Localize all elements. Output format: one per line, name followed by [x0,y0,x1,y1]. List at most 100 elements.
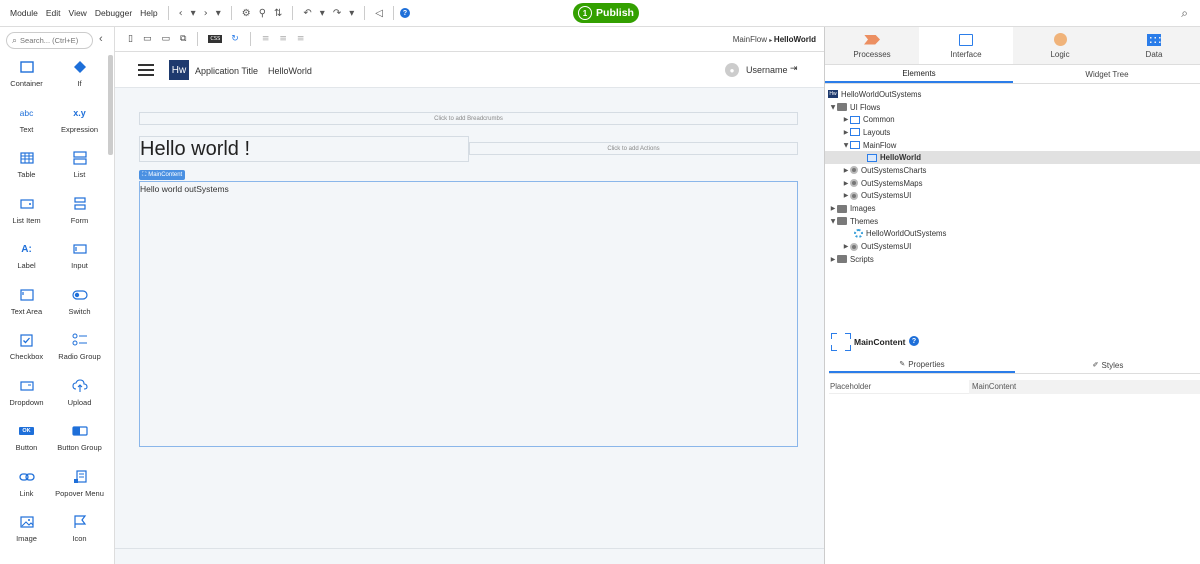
username[interactable]: Username [746,65,788,75]
widget-switch[interactable]: Switch [53,285,106,331]
menu-view[interactable]: View [65,8,91,18]
widget-popover-menu[interactable]: Popover Menu [53,467,106,513]
main-content-text[interactable]: Hello world outSystems [140,184,229,194]
menu-help[interactable]: Help [136,8,161,18]
announce-icon[interactable]: ◁ [371,8,387,19]
menu-icon[interactable] [138,64,154,76]
toolbox-scrollbar[interactable] [108,55,113,155]
tree-item-common[interactable]: ▶ Common [825,113,1200,126]
back-icon[interactable]: ‹ [175,8,187,19]
widget-container[interactable]: Container [0,57,53,103]
toolbox-search-input[interactable] [20,36,91,45]
tree-item-outsystemscharts[interactable]: ▶ OutSystemsCharts [825,164,1200,177]
phone-preview-icon[interactable]: ▯ [123,34,138,44]
breadcrumb-flow[interactable]: MainFlow [733,35,767,44]
tree-item-scripts[interactable]: ▶ Scripts [825,253,1200,266]
publish-button[interactable]: 1 Publish [573,3,639,23]
desktop-preview-icon[interactable]: ▭ [156,34,175,44]
redo-dropdown-icon[interactable]: ▾ [345,8,358,19]
caret-down-icon[interactable]: ▼ [829,218,837,225]
back-dropdown-icon[interactable]: ▾ [187,8,200,19]
placeholder-value[interactable]: MainContent [969,379,1200,394]
tab-styles[interactable]: ✐ Styles [1015,357,1200,373]
search-icon[interactable]: ⌕ [1181,6,1188,21]
widget-if[interactable]: If [53,57,106,103]
window-preview-icon[interactable]: ⧉ [175,34,191,44]
widget-input[interactable]: Input [53,239,106,285]
plug-icon[interactable]: ⚲ [255,8,270,19]
caret-right-icon[interactable]: ▶ [829,256,837,263]
actions-placeholder[interactable]: Click to add Actions [469,142,798,155]
widget-label[interactable]: A: Label [0,239,53,285]
widget-image[interactable]: Image [0,512,53,558]
app-page-name[interactable]: HelloWorld [268,66,312,76]
page-title[interactable]: Hello world ! [139,136,469,162]
tab-interface[interactable]: Interface [919,27,1013,64]
tree-item-ui-flows[interactable]: ▼ UI Flows [825,101,1200,114]
merge-icon[interactable]: ⇅ [270,8,286,19]
widget-radio-group[interactable]: Radio Group [53,330,106,376]
tree-item-module[interactable]: Hw HelloWorldOutSystems [825,88,1200,101]
tree-item-mainflow[interactable]: ▼ MainFlow [825,139,1200,152]
forward-icon[interactable]: › [200,8,212,19]
subtab-elements[interactable]: Elements [825,65,1013,83]
menu-edit[interactable]: Edit [42,8,65,18]
caret-right-icon[interactable]: ▶ [842,167,850,174]
widget-list-item[interactable]: List Item [0,194,53,240]
undo-dropdown-icon[interactable]: ▾ [316,8,329,19]
widget-dropdown[interactable]: Dropdown [0,376,53,422]
undo-icon[interactable]: ↶ [299,8,315,19]
caret-down-icon[interactable]: ▼ [829,104,837,111]
tree-item-theme-outsystemsui[interactable]: ▶ OutSystemsUI [825,240,1200,253]
caret-right-icon[interactable]: ▶ [842,192,850,199]
widget-table[interactable]: Table [0,148,53,194]
menu-debugger[interactable]: Debugger [91,8,136,18]
app-title[interactable]: Application Title [195,66,258,76]
caret-right-icon[interactable]: ▶ [829,205,837,212]
help-icon[interactable]: ? [909,336,919,346]
widget-form[interactable]: Form [53,194,106,240]
widget-button[interactable]: OK Button [0,421,53,467]
caret-right-icon[interactable]: ▶ [842,180,850,187]
subtab-widget-tree[interactable]: Widget Tree [1013,65,1200,83]
tree-item-theme-helloworld[interactable]: HelloWorldOutSystems [825,228,1200,241]
widget-text[interactable]: abc Text [0,103,53,149]
refresh-icon[interactable]: ↻ [226,34,244,44]
collapse-icon[interactable]: ‹ [99,33,103,45]
widget-icon[interactable]: Icon [53,512,106,558]
tree-item-outsystemsmaps[interactable]: ▶ OutSystemsMaps [825,177,1200,190]
tree-item-themes[interactable]: ▼ Themes [825,215,1200,228]
css-icon[interactable]: CSS [208,35,223,43]
tab-data[interactable]: Data [1107,27,1200,64]
caret-down-icon[interactable]: ▼ [842,142,850,149]
widget-text-area[interactable]: Text Area [0,285,53,331]
align-right-icon[interactable]: ≡ [292,34,310,44]
align-center-icon[interactable]: ≡ [274,34,292,44]
widget-button-group[interactable]: Button Group [53,421,106,467]
caret-right-icon[interactable]: ▶ [842,243,850,250]
breadcrumb-screen[interactable]: HelloWorld [774,35,816,44]
widget-upload[interactable]: Upload [53,376,106,422]
toolbox-search[interactable]: ⌕ [6,32,93,49]
widget-list[interactable]: List [53,148,106,194]
tab-logic[interactable]: Logic [1013,27,1107,64]
tree-item-helloworld[interactable]: HelloWorld [825,151,1200,165]
forward-dropdown-icon[interactable]: ▾ [212,8,225,19]
widget-checkbox[interactable]: Checkbox [0,330,53,376]
widget-expression[interactable]: x.y Expression [53,103,106,149]
logout-icon[interactable]: ⇥ [790,64,798,74]
main-content-area[interactable]: Hello world outSystems [139,181,798,447]
tree-item-images[interactable]: ▶ Images [825,202,1200,215]
caret-right-icon[interactable]: ▶ [842,116,850,123]
caret-right-icon[interactable]: ▶ [842,129,850,136]
settings-icon[interactable]: ⚙ [238,8,255,19]
widget-link[interactable]: Link [0,467,53,513]
breadcrumbs-placeholder[interactable]: Click to add Breadcrumbs [139,112,798,125]
help-icon[interactable]: ? [399,8,410,18]
align-left-icon[interactable]: ≡ [257,34,275,44]
menu-module[interactable]: Module [6,8,42,18]
redo-icon[interactable]: ↷ [329,8,345,19]
tab-processes[interactable]: Processes [825,27,919,64]
tab-properties[interactable]: ✎ Properties [829,357,1015,373]
tablet-preview-icon[interactable]: ▭ [138,34,157,44]
